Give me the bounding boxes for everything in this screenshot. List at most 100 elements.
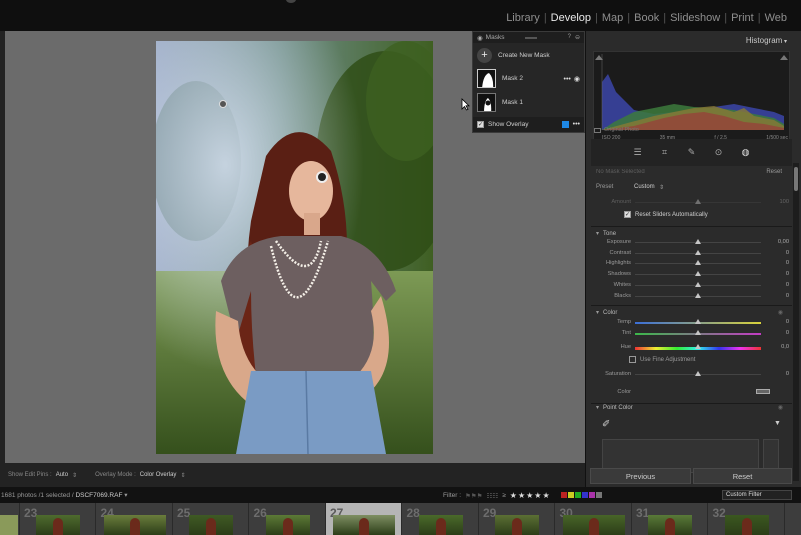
- exposure-slider[interactable]: Exposure 0,00: [591, 238, 792, 247]
- eye-icon[interactable]: ◉: [778, 404, 783, 411]
- color-section-header[interactable]: Color: [596, 309, 617, 316]
- thumbnail-image[interactable]: [36, 515, 80, 535]
- color-label-swatch[interactable]: [581, 491, 588, 498]
- panel-scrollbar[interactable]: [793, 163, 799, 481]
- mask-row-mask-2[interactable]: Mask 2: [477, 69, 523, 88]
- mask-thumbnail[interactable]: [477, 69, 496, 88]
- triangle-down-icon[interactable]: ▼: [774, 420, 781, 427]
- filmstrip-thumbnail-29[interactable]: 29: [479, 503, 555, 535]
- thumbnail-image[interactable]: [724, 515, 769, 535]
- thumbnail-image[interactable]: [0, 515, 18, 535]
- module-web[interactable]: Web: [765, 12, 787, 24]
- slider-knob[interactable]: [695, 249, 701, 255]
- chevron-updown-icon[interactable]: ⇕: [72, 472, 77, 479]
- slider-value[interactable]: 0: [786, 293, 789, 299]
- thumbnail-image[interactable]: [495, 515, 539, 535]
- filename[interactable]: DSCF7069.RAF: [75, 492, 122, 499]
- shadows-slider[interactable]: Shadows 0: [591, 270, 792, 279]
- filmstrip[interactable]: 23 24 25 26 27 28 29 30 31 32: [0, 503, 801, 535]
- slider-knob[interactable]: [695, 330, 701, 335]
- chevron-down-icon[interactable]: ▾: [124, 492, 127, 499]
- color-label-swatch[interactable]: [595, 491, 602, 498]
- thumbnail-image[interactable]: [333, 515, 395, 535]
- filmstrip-thumbnail-23[interactable]: 23: [20, 503, 96, 535]
- filmstrip-thumbnail-26[interactable]: 26: [250, 503, 326, 535]
- slider-knob[interactable]: [695, 199, 701, 204]
- rating-operator[interactable]: ≥: [502, 492, 506, 499]
- thumbnail-image[interactable]: [189, 515, 233, 535]
- color-swatch[interactable]: [756, 389, 770, 394]
- thumbnail-image[interactable]: [265, 515, 310, 535]
- tint-value[interactable]: 0: [786, 330, 789, 336]
- module-slideshow[interactable]: Slideshow: [670, 12, 720, 24]
- temp-slider[interactable]: Temp 0: [591, 318, 792, 327]
- slider-knob[interactable]: [695, 281, 701, 287]
- module-map[interactable]: Map: [602, 12, 623, 24]
- scroll-thumb[interactable]: [794, 167, 798, 191]
- thumbnail-image[interactable]: [418, 515, 463, 535]
- saturation-slider[interactable]: Saturation 0: [591, 370, 792, 379]
- thumbnail-image[interactable]: [648, 515, 692, 535]
- slider-value[interactable]: 0: [786, 282, 789, 288]
- thumbnail-image[interactable]: [103, 515, 166, 535]
- overlay-color-swatch[interactable]: [561, 121, 569, 128]
- panel-grip[interactable]: [525, 36, 538, 39]
- healing-icon[interactable]: ✎: [686, 147, 698, 159]
- filmstrip-thumbnail-28[interactable]: 28: [403, 503, 479, 535]
- reset-link[interactable]: Reset: [766, 169, 782, 175]
- edit-filter-icon[interactable]: ☷☷: [487, 492, 499, 500]
- hue-slider[interactable]: Hue 0,0: [591, 343, 792, 352]
- eye-icon[interactable]: ◉: [574, 75, 580, 83]
- thumbnail-image[interactable]: [562, 515, 625, 535]
- star-rating-filter[interactable]: ★★★★★: [510, 491, 551, 500]
- crop-icon[interactable]: ⌗: [659, 147, 671, 159]
- edit-pin[interactable]: [219, 100, 227, 108]
- slider-knob[interactable]: [695, 344, 701, 349]
- filmstrip-thumbnail-24[interactable]: 24: [97, 503, 173, 535]
- mask-row-mask-1[interactable]: Mask 1: [477, 93, 523, 112]
- tone-section-header[interactable]: Tone: [596, 230, 616, 237]
- create-mask-row[interactable]: + Create New Mask: [477, 48, 550, 63]
- slider-knob[interactable]: [695, 260, 701, 266]
- more-options-icon[interactable]: •••: [564, 76, 571, 83]
- saturation-value[interactable]: 0: [786, 371, 789, 377]
- slider-value[interactable]: 0: [786, 260, 789, 266]
- slider-value[interactable]: 0,00: [778, 239, 789, 245]
- module-print[interactable]: Print: [731, 12, 754, 24]
- active-edit-pin[interactable]: [316, 171, 328, 183]
- create-mask-label[interactable]: Create New Mask: [498, 52, 550, 59]
- slider-value[interactable]: 0: [786, 271, 789, 277]
- filmstrip-thumbnail-27[interactable]: 27: [326, 503, 402, 535]
- amount-slider[interactable]: Amount 100: [591, 198, 792, 207]
- show-overlay-checkbox[interactable]: ✓: [477, 121, 484, 128]
- fine-adjust-checkbox[interactable]: [629, 356, 636, 363]
- eye-icon[interactable]: ◉: [778, 309, 783, 316]
- custom-filter-select[interactable]: Custom Filter: [722, 490, 792, 500]
- point-color-header[interactable]: Point Color: [596, 404, 633, 411]
- filmstrip-thumbnail-32[interactable]: 32: [709, 503, 785, 535]
- slider-knob[interactable]: [695, 292, 701, 298]
- color-label-swatch[interactable]: [574, 491, 581, 498]
- preset-select[interactable]: Custom: [634, 184, 655, 190]
- amount-value[interactable]: 100: [780, 199, 790, 205]
- filmstrip-thumbnail[interactable]: [0, 503, 20, 535]
- more-options-icon[interactable]: •••: [573, 121, 580, 128]
- contrast-slider[interactable]: Contrast 0: [591, 249, 792, 258]
- slider-knob[interactable]: [695, 319, 701, 324]
- module-book[interactable]: Book: [634, 12, 659, 24]
- color-label-swatch[interactable]: [560, 491, 567, 498]
- help-icon[interactable]: ?: [568, 34, 571, 41]
- color-label-swatch[interactable]: [567, 491, 574, 498]
- collapse-icon[interactable]: ⊖: [575, 34, 580, 41]
- masks-panel-header[interactable]: ◉ Masks ? ⊖: [473, 32, 584, 43]
- show-edit-pins-select[interactable]: Auto: [56, 472, 68, 478]
- eyedropper-icon[interactable]: ✐: [602, 419, 610, 430]
- module-library[interactable]: Library: [506, 12, 540, 24]
- reset-sliders-checkbox[interactable]: ✓: [624, 211, 631, 218]
- filmstrip-thumbnail-25[interactable]: 25: [173, 503, 249, 535]
- filmstrip-thumbnail-31[interactable]: 31: [632, 503, 708, 535]
- photo-preview[interactable]: [156, 41, 433, 454]
- temp-value[interactable]: 0: [786, 319, 789, 325]
- previous-button[interactable]: Previous: [590, 468, 691, 484]
- filmstrip-thumbnail-30[interactable]: 30: [556, 503, 632, 535]
